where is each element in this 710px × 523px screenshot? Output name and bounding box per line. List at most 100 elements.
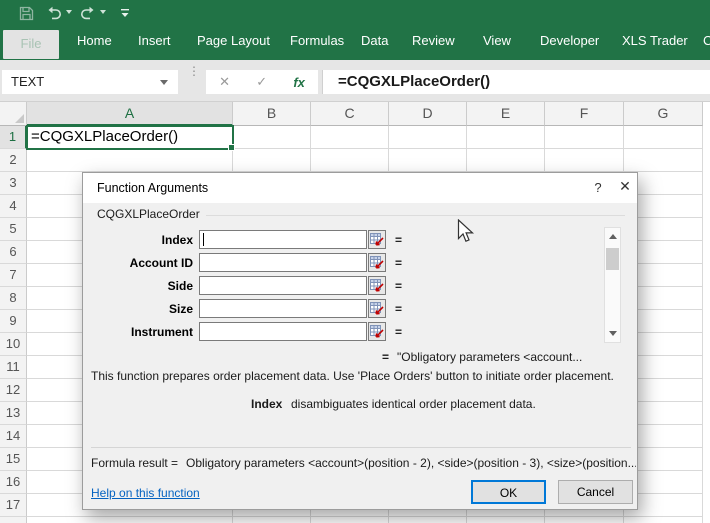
cancel-entry-icon[interactable]: ✕ (219, 74, 230, 90)
row-header-1[interactable]: 1 (0, 126, 27, 149)
redo-icon[interactable] (78, 3, 98, 23)
cell-E1[interactable] (467, 126, 545, 149)
argument-input-side[interactable] (199, 276, 367, 295)
argument-input-index[interactable] (199, 230, 367, 249)
ribbon-tab-xls-trader[interactable]: XLS Trader (622, 33, 688, 48)
cell-G2[interactable] (624, 149, 703, 172)
function-arguments-dialog: Function Arguments ? ✕ CQGXLPlaceOrder I… (82, 172, 638, 510)
formula-bar-resize-handle[interactable]: ⋮ (188, 66, 198, 76)
collapse-dialog-icon[interactable] (368, 276, 386, 295)
function-group: CQGXLPlaceOrder (97, 207, 625, 221)
row-header-9[interactable]: 9 (0, 310, 27, 333)
row-header-5[interactable]: 5 (0, 218, 27, 241)
row-header-12[interactable]: 12 (0, 379, 27, 402)
cell-G18[interactable] (624, 517, 703, 523)
select-all-corner[interactable] (0, 102, 27, 126)
cell-D18[interactable] (389, 517, 467, 523)
cell-D1[interactable] (389, 126, 467, 149)
argument-row-account-id: Account ID = (83, 253, 639, 272)
row-header-10[interactable]: 10 (0, 333, 27, 356)
cell-A18[interactable] (27, 517, 233, 523)
column-header-a[interactable]: A (27, 102, 233, 126)
argument-row-size: Size = (83, 299, 639, 318)
cell-F1[interactable] (545, 126, 624, 149)
cell-E18[interactable] (467, 517, 545, 523)
argument-help-text: disambiguates identical order placement … (291, 397, 536, 411)
row-header-13[interactable]: 13 (0, 402, 27, 425)
customize-quick-access-icon[interactable] (115, 3, 135, 23)
scroll-down-icon[interactable] (609, 331, 617, 336)
cell-E2[interactable] (467, 149, 545, 172)
cell-A2[interactable] (27, 149, 233, 172)
column-header-c[interactable]: C (311, 102, 389, 126)
name-box-dropdown-icon[interactable] (160, 80, 168, 85)
row-header-18[interactable]: 18 (0, 517, 27, 523)
ribbon-tabs: File Home Insert Page Layout Formulas Data Rev… (0, 26, 710, 57)
ribbon-tab-home[interactable]: Home (77, 33, 112, 48)
cell-B18[interactable] (233, 517, 311, 523)
argument-equals: = (395, 302, 402, 316)
row-header-2[interactable]: 2 (0, 149, 27, 172)
ribbon-tab-review[interactable]: Review (412, 33, 455, 48)
cell-F2[interactable] (545, 149, 624, 172)
row-header-8[interactable]: 8 (0, 287, 27, 310)
formula-bar-input[interactable]: =CQGXLPlaceOrder() (322, 70, 710, 94)
ribbon-tab-formulas[interactable]: Formulas (290, 33, 344, 48)
row-header-17[interactable]: 17 (0, 494, 27, 517)
cell-A1[interactable]: =CQGXLPlaceOrder() (27, 126, 233, 149)
cell-F18[interactable] (545, 517, 624, 523)
collapse-dialog-icon[interactable] (368, 322, 386, 341)
argument-input-size[interactable] (199, 299, 367, 318)
arguments-scrollbar[interactable] (604, 227, 621, 343)
ok-button[interactable]: OK (471, 480, 546, 504)
argument-input-account-id[interactable] (199, 253, 367, 272)
row-header-16[interactable]: 16 (0, 471, 27, 494)
row-header-15[interactable]: 15 (0, 448, 27, 471)
cell-G1[interactable] (624, 126, 703, 149)
dialog-help-icon[interactable]: ? (588, 180, 608, 198)
argument-input-instrument[interactable] (199, 322, 367, 341)
formula-result-label: Formula result = (91, 456, 178, 470)
ribbon-tab-c[interactable]: C (703, 33, 710, 48)
row-header-11[interactable]: 11 (0, 356, 27, 379)
save-icon[interactable] (16, 3, 36, 23)
row-header-7[interactable]: 7 (0, 264, 27, 287)
collapse-dialog-icon[interactable] (368, 230, 386, 249)
redo-dropdown-icon[interactable] (100, 10, 106, 14)
column-header-g[interactable]: G (624, 102, 703, 126)
scroll-up-icon[interactable] (609, 234, 617, 239)
ribbon-tab-view[interactable]: View (483, 33, 511, 48)
scrollbar-thumb[interactable] (606, 248, 619, 270)
cell-C18[interactable] (311, 517, 389, 523)
cell-B1[interactable] (233, 126, 311, 149)
collapse-dialog-icon[interactable] (368, 299, 386, 318)
cell-B2[interactable] (233, 149, 311, 172)
undo-icon[interactable] (44, 3, 64, 23)
column-header-d[interactable]: D (389, 102, 467, 126)
text-caret (203, 233, 204, 246)
enter-entry-icon[interactable]: ✓ (256, 74, 267, 90)
row-header-14[interactable]: 14 (0, 425, 27, 448)
ribbon-tab-insert[interactable]: Insert (138, 33, 171, 48)
column-header-b[interactable]: B (233, 102, 311, 126)
ribbon-tab-file[interactable]: File (3, 30, 59, 59)
row-header-3[interactable]: 3 (0, 172, 27, 195)
column-header-e[interactable]: E (467, 102, 545, 126)
cell-C2[interactable] (311, 149, 389, 172)
collapse-dialog-icon[interactable] (368, 253, 386, 272)
cancel-button[interactable]: Cancel (558, 480, 633, 504)
insert-function-icon[interactable]: fx (293, 75, 305, 90)
undo-dropdown-icon[interactable] (66, 10, 72, 14)
ribbon-tab-developer[interactable]: Developer (540, 33, 599, 48)
name-box[interactable]: TEXT (2, 70, 178, 94)
row-header-4[interactable]: 4 (0, 195, 27, 218)
dialog-close-icon[interactable]: ✕ (613, 178, 637, 198)
help-on-function-link[interactable]: Help on this function (91, 486, 200, 500)
ribbon-tab-page-layout[interactable]: Page Layout (197, 33, 270, 48)
cell-D2[interactable] (389, 149, 467, 172)
dialog-title-bar[interactable]: Function Arguments ? ✕ (83, 173, 637, 203)
cell-C1[interactable] (311, 126, 389, 149)
column-header-f[interactable]: F (545, 102, 624, 126)
ribbon-tab-data[interactable]: Data (361, 33, 388, 48)
row-header-6[interactable]: 6 (0, 241, 27, 264)
